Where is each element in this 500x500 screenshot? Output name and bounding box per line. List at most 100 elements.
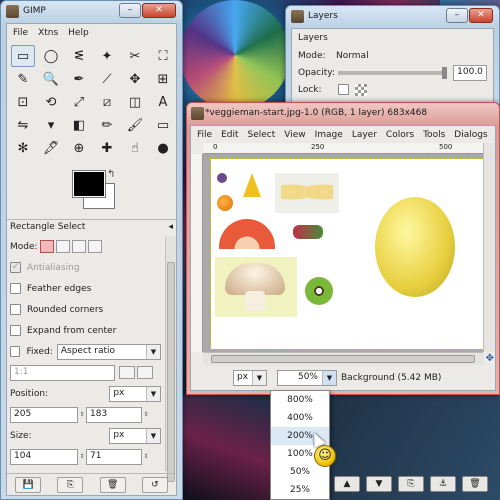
shear-icon[interactable]: ⧄ [95,91,119,113]
clone-icon[interactable]: ⊕ [67,137,91,159]
mode-add-button[interactable] [55,240,70,253]
vertical-ruler[interactable] [191,154,203,352]
zoom-icon[interactable]: 🔍 [39,68,63,90]
zoom-select[interactable]: 50% ▼ [277,370,337,386]
position-x-input[interactable]: 205 [10,406,78,423]
zoom-option-25[interactable]: 25% [271,481,329,499]
portrait-button[interactable] [119,366,135,379]
scrollbar-thumb[interactable] [211,355,475,363]
menu-edit[interactable]: Edit [221,130,238,140]
scale-icon[interactable]: ⤢ [67,91,91,113]
text-icon[interactable]: A [151,91,175,113]
navigate-icon[interactable]: ✥ [486,353,494,364]
layer-mode-value[interactable]: Normal [336,51,369,61]
paths-icon[interactable]: ✒ [67,68,91,90]
duplicate-layer-icon[interactable]: ⎘ [398,476,424,492]
options-scrollbar[interactable] [165,236,176,482]
close-button[interactable]: ✕ [469,8,493,23]
lasso-icon[interactable]: ᓬ [67,45,91,67]
unit-select[interactable]: px ▼ [233,370,267,386]
zoom-option-400[interactable]: 400% [271,409,329,427]
align-icon[interactable]: ⊞ [151,68,175,90]
mode-replace-button[interactable] [39,240,54,253]
move-icon[interactable]: ✥ [123,68,147,90]
scissors-icon[interactable]: ✂ [123,45,147,67]
save-options-icon[interactable]: 💾 [15,476,42,493]
expand-checkbox[interactable] [10,325,21,336]
ratio-field[interactable]: 1:1 [10,364,115,381]
spin-icon[interactable]: ⇕ [78,453,86,460]
menu-colors[interactable]: Colors [386,130,414,140]
ink-icon[interactable]: 🖋 [39,137,63,159]
spin-icon[interactable]: ⇕ [78,411,86,418]
crop-icon[interactable]: ⊡ [11,91,35,113]
color-picker-icon[interactable]: ✎ [11,68,35,90]
lower-layer-icon[interactable]: ▼ [366,476,392,492]
measure-icon[interactable]: ⟋ [95,68,119,90]
blend-icon[interactable]: ◧ [67,114,91,136]
rect-select-icon[interactable]: ▭ [11,45,35,67]
fixed-checkbox[interactable] [10,346,21,357]
menu-dialogs[interactable]: Dialogs [454,130,487,140]
close-button[interactable]: ✕ [142,3,176,18]
menu-help[interactable]: Help [68,28,89,38]
anchor-layer-icon[interactable]: ⚓ [430,476,456,492]
minimize-button[interactable]: – [446,8,468,23]
menu-tools[interactable]: Tools [423,130,445,140]
layers-titlebar[interactable]: Layers – ✕ [286,6,499,28]
raise-layer-icon[interactable]: ▲ [334,476,360,492]
heal-icon[interactable]: ✚ [95,137,119,159]
delete-layer-icon[interactable]: 🗑 [462,476,488,492]
foreground-color-swatch[interactable] [72,170,106,198]
dodge-icon[interactable]: ● [151,137,175,159]
rounded-checkbox[interactable] [10,304,21,315]
image-titlebar[interactable]: *veggieman-start.jpg-1.0 (RGB, 1 layer) … [187,103,499,125]
mode-subtract-button[interactable] [71,240,86,253]
opacity-slider-handle[interactable] [442,66,448,79]
fg-select-icon[interactable]: ⛶ [151,45,175,67]
menu-select[interactable]: Select [248,130,276,140]
antialiasing-checkbox[interactable]: ✓ [10,262,21,273]
opacity-slider[interactable] [337,66,448,79]
feather-checkbox[interactable] [10,283,21,294]
zoom-option-800[interactable]: 800% [271,391,329,409]
menu-layer[interactable]: Layer [352,130,377,140]
menu-file[interactable]: File [197,130,212,140]
canvas-horizontal-scrollbar[interactable] [203,352,483,365]
image-canvas[interactable] [210,158,483,350]
size-height-input[interactable]: 71 [86,448,142,465]
scrollbar-thumb[interactable] [167,262,175,482]
ellipse-select-icon[interactable]: ◯ [39,45,63,67]
fixed-mode-select[interactable]: Aspect ratio ▼ [56,343,161,360]
landscape-button[interactable] [137,366,153,379]
opacity-input[interactable]: 100.0 [453,64,487,81]
perspective-icon[interactable]: ◫ [123,91,147,113]
menu-file[interactable]: File [13,28,28,38]
menu-view[interactable]: View [284,130,305,140]
pencil-icon[interactable]: ✏ [95,114,119,136]
horizontal-ruler[interactable]: 0 250 500 [203,143,483,154]
size-width-input[interactable]: 104 [10,448,78,465]
lock-pixels-checkbox[interactable] [338,84,349,95]
smudge-icon[interactable]: ☝ [123,137,147,159]
reset-options-icon[interactable]: ↺ [141,476,168,493]
menu-image[interactable]: Image [315,130,343,140]
menu-xtns[interactable]: Xtns [38,28,58,38]
options-menu-icon[interactable]: ◂ [168,222,173,233]
position-unit-select[interactable]: px ▼ [109,385,161,402]
spin-icon[interactable]: ⇕ [142,453,150,460]
delete-options-icon[interactable]: 🗑 [99,476,126,493]
toolbox-titlebar[interactable]: GIMP – ✕ [1,1,182,23]
minimize-button[interactable]: – [119,3,141,18]
mode-intersect-button[interactable] [87,240,102,253]
position-y-input[interactable]: 183 [86,406,142,423]
paintbrush-icon[interactable]: 🖌 [123,114,147,136]
canvas-vertical-scrollbar[interactable] [483,143,495,352]
flip-icon[interactable]: ⇋ [11,114,35,136]
spin-icon[interactable]: ⇕ [142,411,150,418]
size-unit-select[interactable]: px ▼ [109,427,161,444]
canvas-area[interactable] [203,154,483,352]
fuzzy-select-icon[interactable]: ✦ [95,45,119,67]
rotate-icon[interactable]: ⟲ [39,91,63,113]
airbrush-icon[interactable]: ✻ [11,137,35,159]
